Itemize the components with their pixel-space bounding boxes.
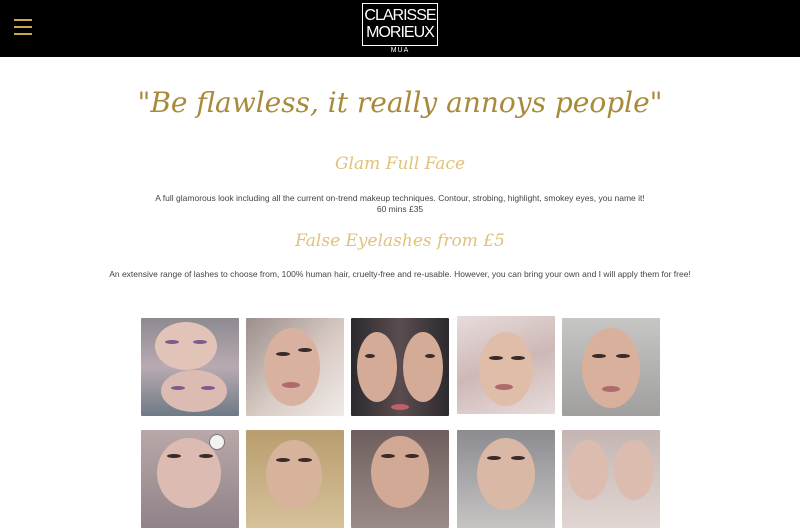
page-tagline: "Be flawless, it really annoys people" <box>137 86 663 119</box>
logo-line-1: CLARISSE <box>364 7 436 24</box>
site-logo[interactable]: CLARISSE MORIEUX MUA <box>362 3 438 55</box>
service-description-glam: A full glamorous look including all the … <box>155 193 645 203</box>
menu-bar <box>14 26 32 28</box>
gallery-photo[interactable] <box>246 430 344 528</box>
site-header: CLARISSE MORIEUX MUA <box>0 0 800 57</box>
gallery-photo[interactable] <box>246 318 344 416</box>
gallery-photo[interactable] <box>351 318 449 416</box>
gallery-photo[interactable] <box>457 430 555 528</box>
menu-bar <box>14 19 32 21</box>
gallery-photo[interactable] <box>351 430 449 528</box>
gallery-photo[interactable] <box>141 318 239 416</box>
hamburger-menu-icon[interactable] <box>14 17 32 35</box>
logo-line-2: MORIEUX <box>366 24 435 41</box>
logo-subtitle: MUA <box>390 47 410 54</box>
gallery-photo[interactable] <box>562 430 660 528</box>
service-title-lashes: False Eyelashes from £5 <box>295 231 505 251</box>
service-title-glam: Glam Full Face <box>334 154 466 174</box>
service-description-lashes: An extensive range of lashes to choose f… <box>109 269 691 279</box>
menu-bar <box>14 33 32 35</box>
gallery-photo[interactable] <box>562 318 660 416</box>
service-price-glam: 60 mins £35 <box>376 204 424 214</box>
gallery-photo[interactable] <box>457 316 555 414</box>
gallery-photo[interactable] <box>141 430 239 528</box>
